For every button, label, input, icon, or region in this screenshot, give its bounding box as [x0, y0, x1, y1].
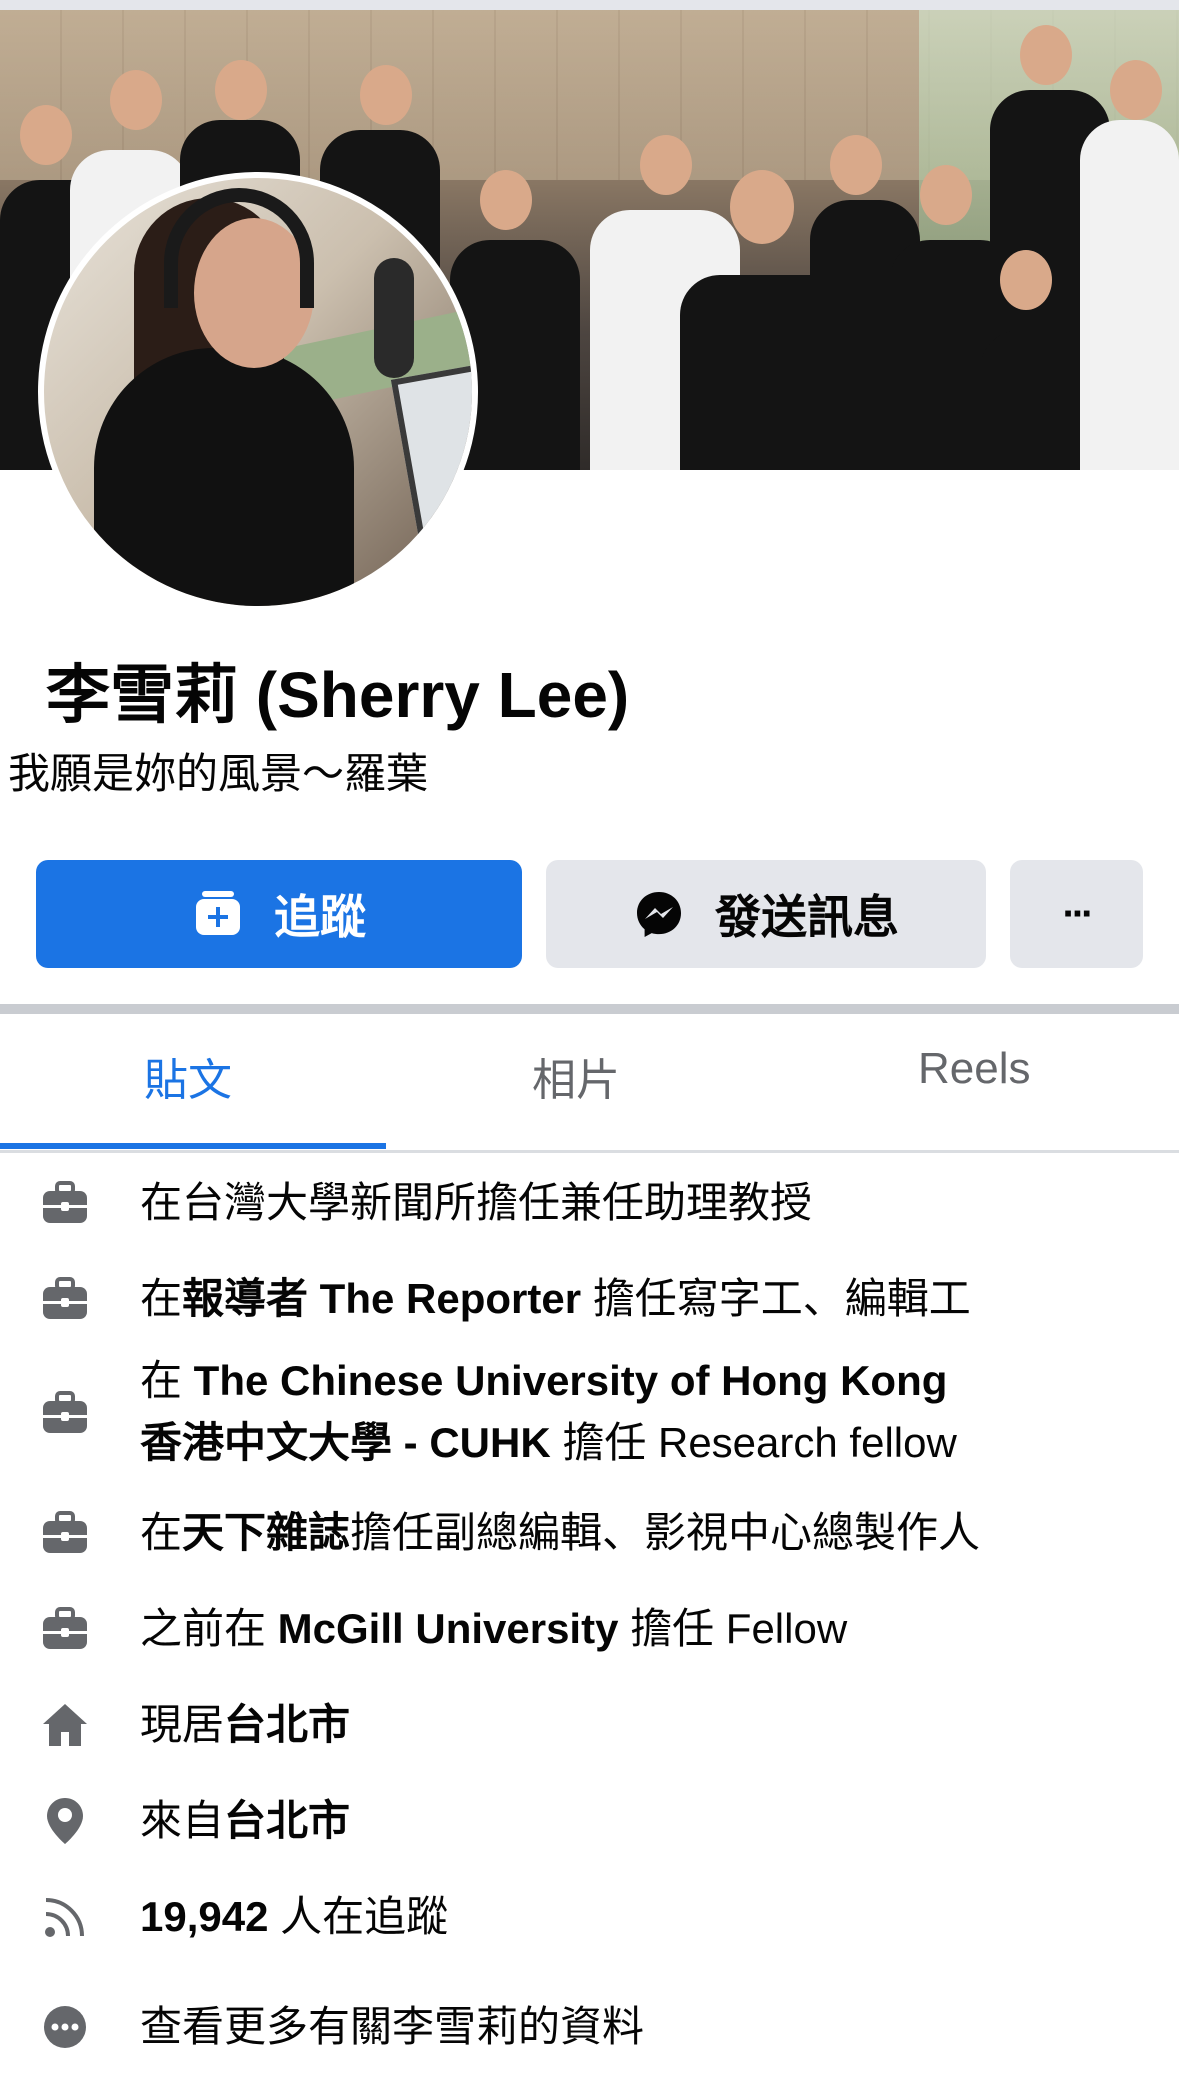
briefcase-icon	[40, 1604, 90, 1654]
followers-suffix: 人在追蹤	[268, 1893, 449, 1940]
lives-in-text: 現居台北市	[140, 1694, 350, 1756]
work-suffix: 擔任寫字工、編輯工	[581, 1275, 971, 1322]
hometown-item[interactable]: 來自台北市	[0, 1790, 1179, 1852]
cover-figure-head	[640, 135, 692, 195]
work-item[interactable]: 在台灣大學新聞所擔任兼任助理教授	[0, 1172, 1179, 1234]
cover-figure-head	[920, 165, 972, 225]
briefcase-icon	[40, 1508, 90, 1558]
more-dots-icon	[40, 2002, 90, 2052]
top-divider	[0, 0, 1179, 10]
work-org-link[interactable]: 報導者 The Reporter	[182, 1275, 581, 1322]
work-text-line2: 香港中文大學 - CUHK 擔任 Research fellow	[140, 1412, 957, 1474]
briefcase-icon	[40, 1274, 90, 1324]
tabs-border	[0, 1150, 1179, 1153]
work-org-link-cont[interactable]: 香港中文大學 - CUHK	[140, 1419, 551, 1466]
cover-figure	[1080, 120, 1179, 470]
work-text: 之前在 McGill University 擔任 Fellow	[140, 1598, 847, 1660]
add-friend-icon	[196, 891, 240, 935]
cover-figure-head	[730, 170, 794, 244]
cover-figure-head	[1000, 250, 1052, 310]
work-text: 在台灣大學新聞所擔任兼任助理教授	[140, 1179, 813, 1226]
followers-text: 19,942 人在追蹤	[140, 1886, 448, 1948]
work-item[interactable]: 在報導者 The Reporter 擔任寫字工、編輯工	[0, 1268, 1179, 1330]
lives-prefix: 現居	[140, 1701, 225, 1748]
profile-bio: 我願是妳的風景～羅葉	[8, 750, 429, 797]
work-org-link[interactable]: The Chinese University of Hong Kong	[194, 1357, 948, 1404]
from-place-link[interactable]: 台北市	[224, 1797, 350, 1844]
lives-in-item[interactable]: 現居台北市	[0, 1694, 1179, 1756]
work-text: 在天下雜誌擔任副總編輯、影視中心總製作人	[140, 1502, 980, 1564]
cover-figure-head	[830, 135, 882, 195]
work-org-link[interactable]: 天下雜誌	[182, 1509, 350, 1556]
follow-button[interactable]: 追蹤	[36, 860, 522, 968]
work-prefix: 在	[140, 1509, 183, 1556]
cover-figure-head	[1110, 60, 1162, 120]
more-dots-icon: ···	[1062, 891, 1095, 936]
followers-item[interactable]: 19,942 人在追蹤	[0, 1886, 1179, 1948]
from-prefix: 來自	[140, 1797, 225, 1844]
profile-picture[interactable]	[38, 172, 478, 612]
tab-reels[interactable]: Reels	[918, 1044, 1031, 1094]
work-prefix: 在	[140, 1357, 194, 1404]
microphone-icon	[374, 258, 414, 378]
work-suffix: 擔任副總編輯、影視中心總製作人	[350, 1509, 981, 1556]
see-more-about-text: 查看更多有關李雪莉的資料	[140, 2003, 645, 2050]
hometown-text: 來自台北市	[140, 1790, 350, 1852]
lives-place-link[interactable]: 台北市	[224, 1701, 350, 1748]
work-suffix: 擔任 Fellow	[618, 1605, 848, 1652]
active-tab-indicator	[0, 1143, 386, 1149]
location-pin-icon	[40, 1796, 90, 1846]
cover-figure-head	[1020, 25, 1072, 85]
briefcase-icon	[40, 1388, 90, 1438]
message-button[interactable]: 發送訊息	[546, 860, 986, 968]
cover-figure-head	[360, 65, 412, 125]
more-options-button[interactable]: ···	[1010, 860, 1143, 968]
message-label: 發送訊息	[715, 891, 899, 943]
profile-name: 李雪莉 (Sherry Lee)	[46, 659, 630, 731]
work-item[interactable]: 在 The Chinese University of Hong Kong 香港…	[0, 1350, 1179, 1474]
follow-label: 追蹤	[274, 891, 366, 943]
see-more-about-item[interactable]: 查看更多有關李雪莉的資料	[0, 1996, 1179, 2058]
work-prefix: 在	[140, 1275, 183, 1322]
work-item[interactable]: 在天下雜誌擔任副總編輯、影視中心總製作人	[0, 1502, 1179, 1564]
cover-figure-head	[20, 105, 72, 165]
tablet-icon	[390, 358, 472, 540]
cover-figure-head	[480, 170, 532, 230]
cover-figure-head	[110, 70, 162, 130]
rss-followers-icon	[40, 1892, 90, 1942]
work-text: 在報導者 The Reporter 擔任寫字工、編輯工	[140, 1268, 971, 1330]
section-divider	[0, 1004, 1179, 1014]
work-org-link[interactable]: McGill University	[278, 1605, 619, 1652]
work-suffix: 擔任 Research fellow	[550, 1419, 957, 1466]
messenger-icon	[637, 892, 681, 937]
home-icon	[40, 1700, 90, 1750]
work-item[interactable]: 之前在 McGill University 擔任 Fellow	[0, 1598, 1179, 1660]
tab-posts[interactable]: 貼文	[144, 1044, 232, 1108]
tab-photos[interactable]: 相片	[532, 1044, 620, 1108]
cover-figure-head	[215, 60, 267, 120]
work-text-line1: 在 The Chinese University of Hong Kong	[140, 1350, 947, 1412]
avatar-body	[94, 348, 354, 606]
followers-count: 19,942	[140, 1893, 269, 1940]
briefcase-icon	[40, 1178, 90, 1228]
profile-tabs: 貼文 相片 Reels	[0, 1014, 1179, 1152]
work-prefix: 之前在	[140, 1605, 278, 1652]
